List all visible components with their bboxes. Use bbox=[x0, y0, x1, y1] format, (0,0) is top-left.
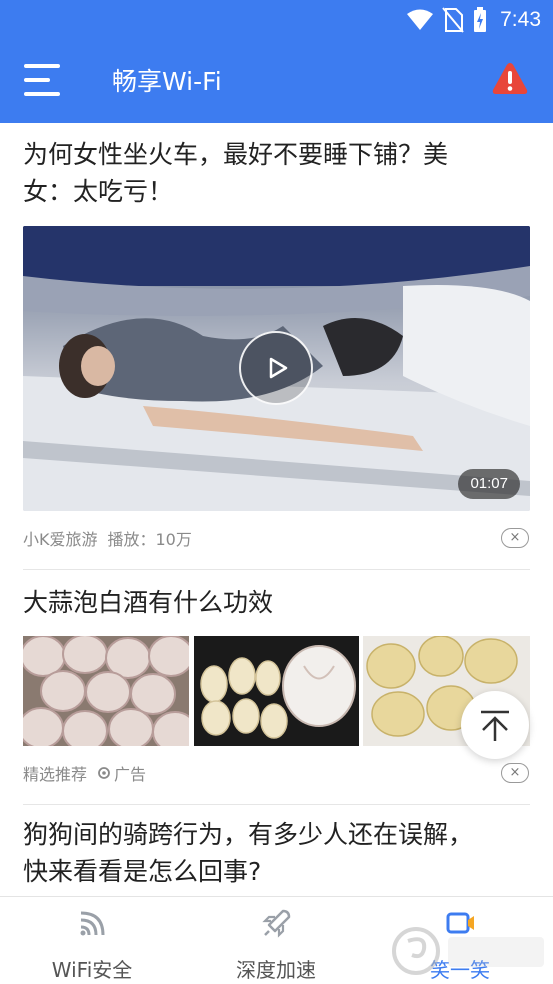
hamburger-menu-icon[interactable] bbox=[24, 62, 62, 98]
app-title: 畅享Wi-Fi bbox=[112, 67, 222, 96]
article-title[interactable]: 为何女性坐火车，最好不要睡下铺？美 女：太吃亏！ bbox=[23, 136, 533, 210]
no-sim-icon bbox=[442, 7, 464, 33]
nav-item-wifi-security[interactable]: WiFi安全 bbox=[0, 897, 184, 984]
news-feed[interactable]: 为何女性坐火车，最好不要睡下铺？美 女：太吃亏！ 01:07 小K爱旅游 播放：… bbox=[0, 123, 553, 896]
video-thumbnail[interactable]: 01:07 bbox=[23, 226, 530, 511]
article-title-line: 狗狗间的骑跨行为，有多少人还在误解， bbox=[23, 820, 474, 849]
garlic-image-1[interactable] bbox=[23, 636, 189, 746]
article-meta: 精选推荐 广告 bbox=[23, 761, 146, 785]
recommend-tag: 精选推荐 bbox=[23, 765, 88, 784]
ad-label: 广告 bbox=[114, 765, 147, 784]
article-title[interactable]: 大蒜泡白酒有什么功效 bbox=[23, 584, 533, 621]
video-duration: 01:07 bbox=[458, 469, 520, 499]
dismiss-button[interactable]: × bbox=[501, 763, 529, 783]
article-title-line: 为何女性坐火车，最好不要睡下铺？美 bbox=[23, 140, 449, 169]
nav-label: 深度加速 bbox=[236, 958, 316, 982]
nav-label: WiFi安全 bbox=[51, 958, 133, 982]
divider bbox=[23, 569, 530, 570]
warning-alert-icon[interactable] bbox=[491, 60, 529, 98]
status-icons: 7:43 bbox=[406, 6, 541, 34]
divider bbox=[23, 804, 530, 805]
ad-badge: 广告 bbox=[97, 761, 146, 785]
battery-charging-icon bbox=[474, 7, 487, 32]
arrow-up-icon bbox=[481, 710, 509, 741]
article-title-line: 快来看看是怎么回事? bbox=[23, 857, 262, 886]
ad-icon bbox=[98, 767, 110, 779]
status-time: 7:43 bbox=[500, 8, 541, 31]
dismiss-button[interactable]: × bbox=[501, 528, 529, 548]
app-bar: 畅享Wi-Fi bbox=[0, 40, 553, 123]
source-name: 小K爱旅游 bbox=[23, 530, 98, 549]
nav-item-deep-boost[interactable]: 深度加速 bbox=[184, 897, 368, 984]
wifi-signal-icon bbox=[407, 9, 434, 30]
article-title-line: 女：太吃亏！ bbox=[23, 177, 174, 206]
play-count: 播放：10万 bbox=[107, 530, 192, 549]
status-bar: 7:43 bbox=[0, 0, 553, 40]
article-meta: 小K爱旅游 播放：10万 bbox=[23, 526, 192, 550]
wifi-security-icon bbox=[80, 911, 105, 936]
watermark-logo-icon bbox=[392, 927, 544, 975]
scroll-to-top-button[interactable] bbox=[461, 691, 529, 759]
rocket-boost-icon bbox=[262, 909, 291, 938]
play-icon bbox=[269, 357, 288, 379]
play-button[interactable] bbox=[239, 331, 313, 405]
article-title[interactable]: 狗狗间的骑跨行为，有多少人还在误解， 快来看看是怎么回事? bbox=[23, 816, 533, 890]
garlic-image-2[interactable] bbox=[194, 636, 359, 746]
